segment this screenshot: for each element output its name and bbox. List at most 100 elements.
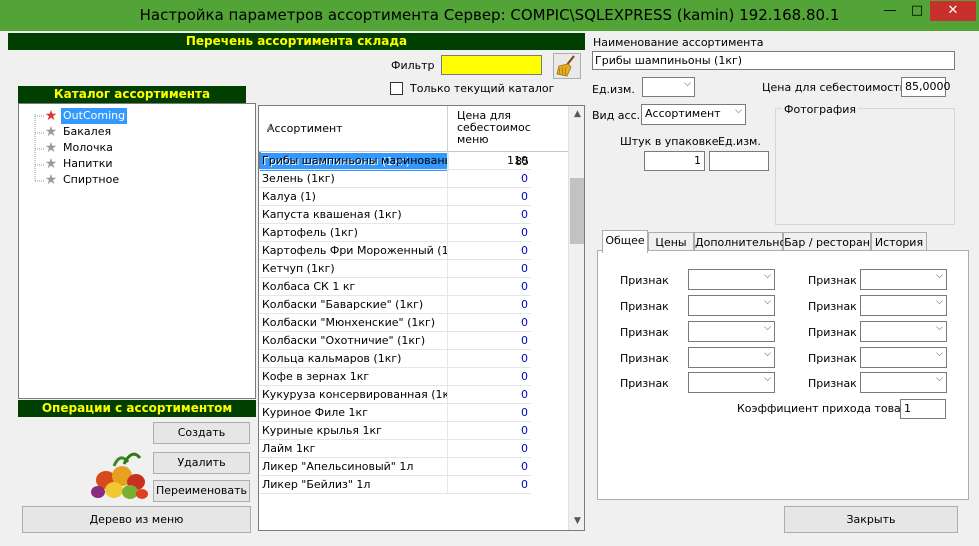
table-row[interactable]: Кольца кальмаров (1кг) 0 [259, 350, 531, 368]
cell-price[interactable]: 0 [449, 332, 531, 350]
catalog-tree[interactable]: ★ OutComing ★ Бакалея ★ Молочка ★ Напитки ★ Спирт… [18, 103, 256, 399]
cell-price[interactable]: 0 [449, 314, 531, 332]
tree-item[interactable]: ★ Бакалея [19, 124, 249, 140]
minimize-button[interactable]: — [876, 1, 904, 21]
scroll-thumb[interactable] [570, 178, 584, 244]
grid-scrollbar[interactable]: ▲ ▼ [568, 106, 584, 530]
table-row[interactable]: Куриные крылья 1кг 0 [259, 422, 531, 440]
table-row[interactable]: Ликер "Бейлиз" 1л 0 [259, 476, 531, 494]
tab-bar-restaurant[interactable]: Бар / ресторан [783, 232, 871, 252]
cell-price[interactable]: 0 [449, 440, 531, 458]
table-row[interactable]: Калуа (1) 0 [259, 188, 531, 206]
cell-name[interactable]: Лайм 1кг [259, 440, 448, 458]
table-row[interactable]: Колбаски "Охотничие" (1кг) 0 [259, 332, 531, 350]
photo-frame[interactable] [775, 108, 955, 225]
income-coefficient-input[interactable]: 1 [900, 399, 946, 419]
cell-name[interactable]: Колбаски "Баварские" (1кг) [259, 296, 448, 314]
tab-prices[interactable]: Цены [648, 232, 694, 252]
table-row[interactable]: Зелень (1кг) 0 [259, 170, 531, 188]
attribute-select[interactable]: ⌵ [860, 347, 947, 368]
clear-filter-button[interactable] [553, 53, 581, 79]
table-row[interactable]: Колбаски "Баварские" (1кг) 0 [259, 296, 531, 314]
cost-price-input[interactable]: 85,0000 [901, 77, 951, 97]
cell-name[interactable]: Калуа (1) [259, 188, 448, 206]
column-header-price[interactable]: Цена для себестоимост меню [449, 110, 531, 146]
attribute-select[interactable]: ⌵ [688, 347, 775, 368]
tree-item[interactable]: ★ Напитки [19, 156, 249, 172]
attribute-select[interactable]: ⌵ [688, 372, 775, 393]
cell-price[interactable]: 0 [449, 404, 531, 422]
tab-history[interactable]: История [871, 232, 927, 252]
rename-button[interactable]: Переименовать [153, 480, 250, 502]
only-current-catalog-checkbox[interactable] [390, 82, 403, 95]
table-row[interactable]: Капуста квашеная (1кг) 0 [259, 206, 531, 224]
cell-name[interactable]: Кольца кальмаров (1кг) [259, 350, 448, 368]
close-window-button[interactable]: ✕ [930, 1, 976, 21]
cell-name[interactable]: Зелень (1кг) [259, 170, 448, 188]
cell-name[interactable]: Капуста квашеная (1кг) [259, 206, 448, 224]
cell-price[interactable]: 0 [449, 458, 531, 476]
column-header-name[interactable]: Ассортимент ▲ [259, 106, 448, 152]
cell-name[interactable]: Грибы шампиньоны маринованые... [259, 152, 448, 170]
cell-name[interactable]: Кофе в зернах 1кг [259, 368, 448, 386]
cell-price[interactable]: 0 [449, 224, 531, 242]
cell-name[interactable]: Колбаса СК 1 кг [259, 278, 448, 296]
table-row[interactable]: Картофель (1кг) 0 [259, 224, 531, 242]
cell-price[interactable]: 0 [449, 278, 531, 296]
attribute-select[interactable]: ⌵ [860, 269, 947, 290]
table-row[interactable]: Картофель Фри Мороженный (1кг) 0 [259, 242, 531, 260]
cell-price[interactable]: 110 [449, 152, 531, 170]
cell-price[interactable]: 0 [449, 296, 531, 314]
cell-price[interactable]: 0 [449, 350, 531, 368]
assortment-grid[interactable]: Ассортимент ▲ Цена для себестоимост меню Г… [258, 105, 585, 531]
attribute-select[interactable]: ⌵ [860, 295, 947, 316]
cell-name[interactable]: Ликер "Апельсиновый" 1л [259, 458, 448, 476]
attribute-select[interactable]: ⌵ [688, 321, 775, 342]
maximize-button[interactable]: □ [904, 1, 930, 21]
scroll-down-icon[interactable]: ▼ [569, 513, 584, 530]
cell-price[interactable]: 0 [449, 206, 531, 224]
tree-item[interactable]: ★ OutComing [19, 108, 249, 124]
cell-price[interactable]: 0 [449, 386, 531, 404]
cell-name[interactable]: Картофель (1кг) [259, 224, 448, 242]
cell-name[interactable]: Кетчуп (1кг) [259, 260, 448, 278]
cell-name[interactable]: Ликер "Бейлиз" 1л [259, 476, 448, 494]
kind-select[interactable]: Ассортимент ⌵ [641, 104, 746, 125]
table-row[interactable]: Куриное Филе 1кг 0 [259, 404, 531, 422]
pack-quantity-input[interactable]: 1 [644, 151, 705, 171]
unit-select[interactable]: ⌵ [642, 77, 695, 97]
table-row[interactable]: Кукуруза консервированная (1кг) 0 [259, 386, 531, 404]
table-row[interactable]: Кофе в зернах 1кг 0 [259, 368, 531, 386]
table-row[interactable]: Колбаса СК 1 кг 0 [259, 278, 531, 296]
close-button[interactable]: Закрыть [784, 506, 958, 533]
attribute-select[interactable]: ⌵ [688, 269, 775, 290]
cell-name[interactable]: Колбаски "Охотничие" (1кг) [259, 332, 448, 350]
attribute-select[interactable]: ⌵ [688, 295, 775, 316]
cell-name[interactable]: Кукуруза консервированная (1кг) [259, 386, 448, 404]
pack-unit-input[interactable] [709, 151, 769, 171]
attribute-select[interactable]: ⌵ [860, 372, 947, 393]
cell-price[interactable]: 0 [449, 368, 531, 386]
table-row[interactable]: Лайм 1кг 0 [259, 440, 531, 458]
table-row[interactable]: Кетчуп (1кг) 0 [259, 260, 531, 278]
cell-name[interactable]: Картофель Фри Мороженный (1кг) [259, 242, 448, 260]
cell-price[interactable]: 0 [449, 170, 531, 188]
cell-price[interactable]: 0 [449, 260, 531, 278]
cell-price[interactable]: 0 [449, 242, 531, 260]
cell-price[interactable]: 0 [449, 422, 531, 440]
tree-item[interactable]: ★ Молочка [19, 140, 249, 156]
create-button[interactable]: Создать [153, 422, 250, 444]
tab-general[interactable]: Общее [602, 230, 648, 253]
cell-name[interactable]: Колбаски "Мюнхенские" (1кг) [259, 314, 448, 332]
assortment-name-input[interactable]: Грибы шампиньоны (1кг) [592, 51, 955, 70]
tree-from-menu-button[interactable]: Дерево из меню [22, 506, 251, 533]
filter-input[interactable] [441, 55, 542, 75]
table-row[interactable]: Колбаски "Мюнхенские" (1кг) 0 [259, 314, 531, 332]
table-row[interactable]: Ликер "Апельсиновый" 1л 0 [259, 458, 531, 476]
tab-additional[interactable]: Дополнительно [694, 232, 786, 252]
delete-button[interactable]: Удалить [153, 452, 250, 474]
cell-price[interactable]: 0 [449, 188, 531, 206]
cell-price[interactable]: 0 [449, 476, 531, 494]
table-row[interactable]: Грибы шампиньоны маринованые...110 [259, 152, 531, 170]
tree-item[interactable]: ★ Спиртное [19, 172, 249, 188]
